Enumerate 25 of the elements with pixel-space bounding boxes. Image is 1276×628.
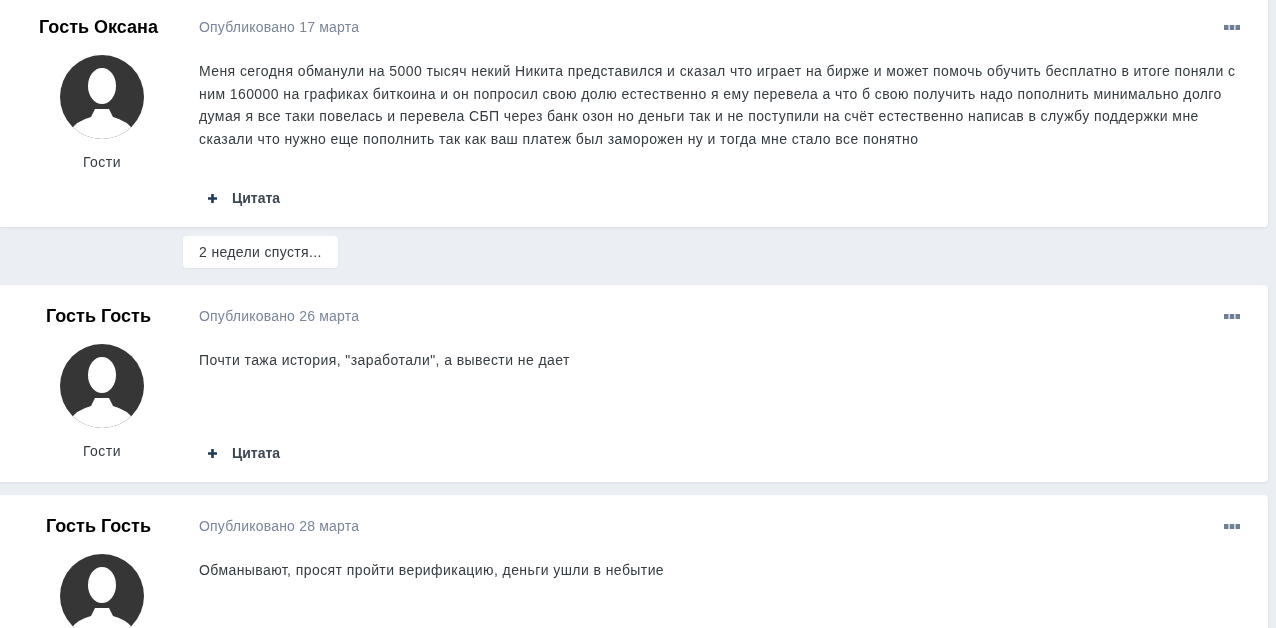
avatar-icon[interactable] [60,344,144,428]
dots-icon [1224,523,1240,529]
avatar-icon[interactable] [60,55,144,139]
post-text: Почти тажа история, "заработали", а вывести не дает [199,351,571,370]
more-options-button[interactable] [1224,24,1240,30]
dots-icon [1224,24,1240,30]
author-name[interactable]: Гость Гость [46,304,151,328]
post-date: Опубликовано 28 марта [199,517,360,536]
author-name[interactable]: Гость Гость [46,514,151,538]
member-group: Гости [82,152,122,172]
quote-button[interactable]: Цитата [199,441,281,465]
post-date: Опубликовано 17 марта [199,18,360,37]
more-options-button[interactable] [1224,313,1240,319]
more-options-button[interactable] [1224,523,1240,529]
dots-icon [1224,313,1240,319]
quote-button[interactable]: Цитата [199,186,281,210]
avatar-icon[interactable] [60,554,144,628]
plus-icon [208,193,217,203]
post-text: Обманывают, просят пройти верификацию, деньги ушли в небытие [199,561,666,580]
author-name[interactable]: Гость Оксана [39,15,158,39]
time-gap-label: 2 недели спустя... [183,236,338,268]
member-group: Гости [82,441,122,461]
plus-icon [208,448,217,458]
post-date: Опубликовано 26 марта [199,307,360,326]
post-text: Меня сегодня обманули на 5000 тысяч некий Никита представился и сказал что играет на бирже и может помочь обучить бесплатно в итоге поняли с ним 160000 на графиках биткоина и он попросил свою долю естественно я ему перевела а что б свою получить надо пополнить минимально долго думая я все таки повелась и перевела СБП через банк озон но деньги так и не поступили на счёт естественно написав в службу поддержки мне сказали что нужно еще пополнить так как ваш платеж был заморожен ну и тогда мне стало все понятно [199,62,1237,149]
